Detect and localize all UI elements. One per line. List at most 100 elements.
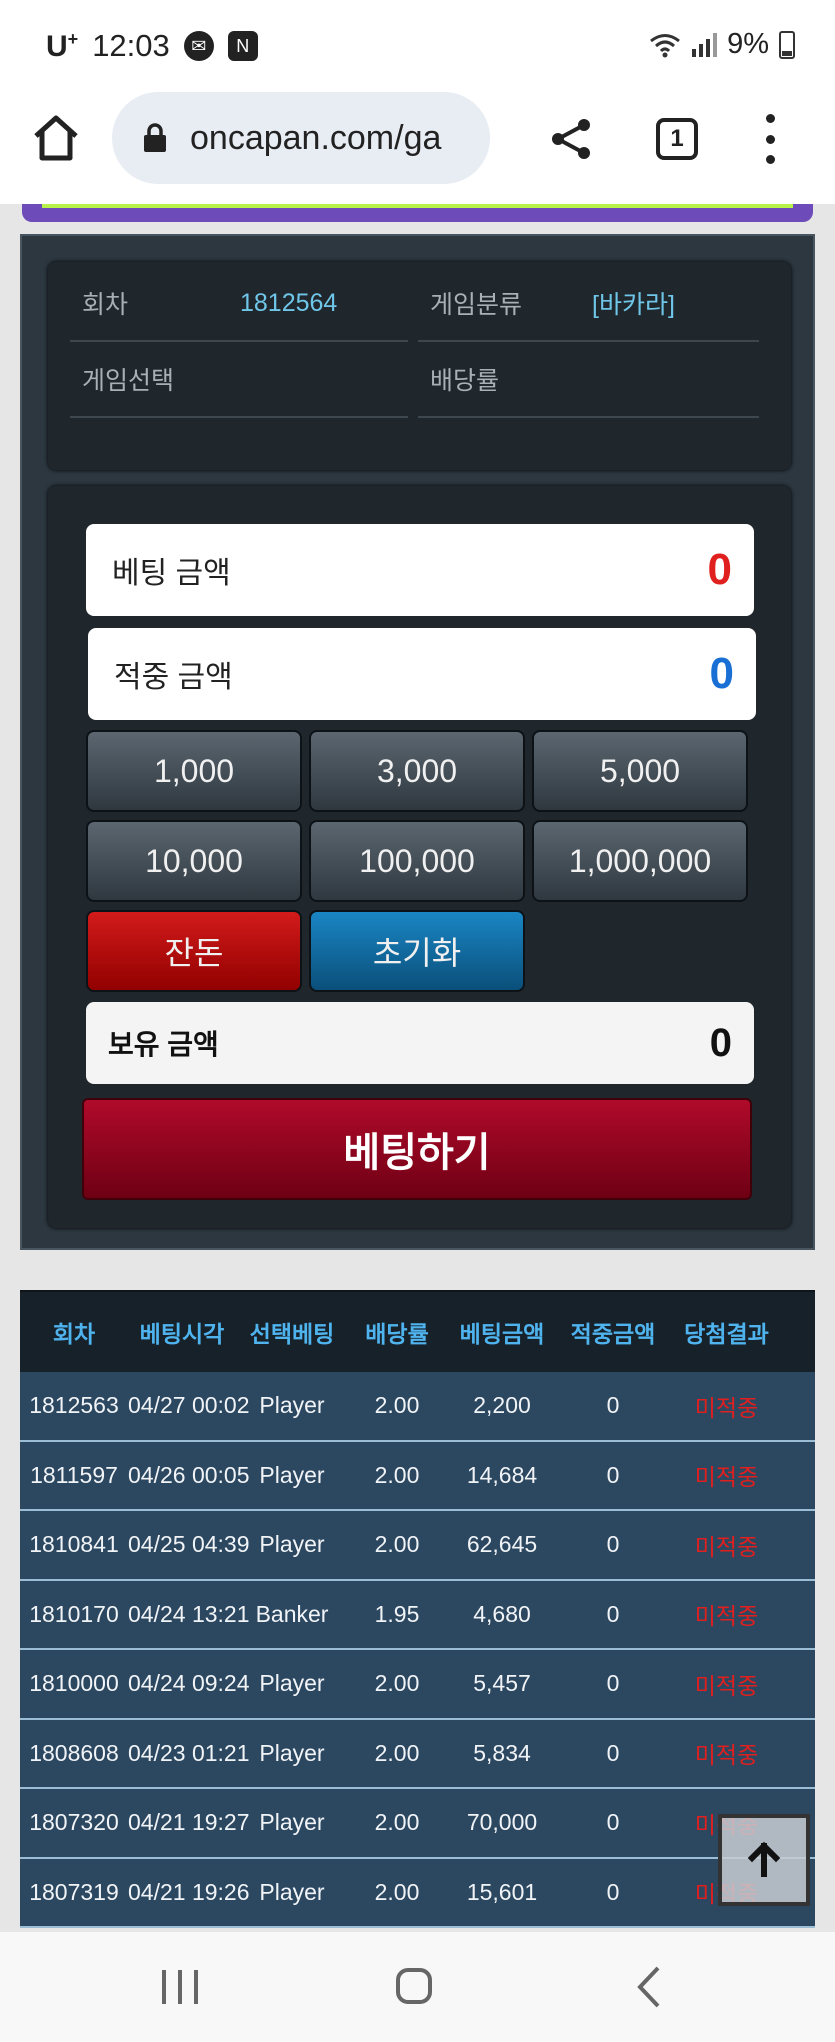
lock-icon xyxy=(144,123,166,152)
cell-time: 04/21 19:26 xyxy=(128,1878,250,1905)
category-cell: 게임분류 [바카라] xyxy=(418,266,759,342)
round-label: 회차 xyxy=(82,291,129,319)
home-icon[interactable] xyxy=(30,112,82,164)
cell-win-amount: 0 xyxy=(606,1600,620,1627)
cell-result: 미적중 xyxy=(694,1464,759,1491)
cell-round: 1807319 xyxy=(29,1878,119,1905)
back-icon[interactable] xyxy=(634,1964,664,2010)
chip-10000-button[interactable]: 10,000 xyxy=(86,820,302,902)
game-select-cell: 게임선택 xyxy=(70,342,408,418)
cell-bet-amount: 70,000 xyxy=(466,1809,538,1836)
home-nav-icon[interactable] xyxy=(396,1968,432,2004)
category-label: 게임분류 xyxy=(430,291,523,319)
odds-label: 배당률 xyxy=(430,367,500,395)
table-header: 회차 베팅시각 선택베팅 배당률 베팅금액 적중금액 당첨결과 xyxy=(20,1290,815,1372)
cell-round: 1812563 xyxy=(29,1392,119,1419)
scroll-to-top-button[interactable] xyxy=(718,1814,810,1906)
cell-win-amount: 0 xyxy=(606,1461,620,1488)
system-nav-bar xyxy=(0,1932,835,2042)
round-cell: 회차 1812564 xyxy=(70,266,408,342)
more-menu-icon[interactable] xyxy=(760,114,780,164)
chip-5000-button[interactable]: 5,000 xyxy=(532,730,748,812)
cell-selection: Player xyxy=(259,1670,325,1697)
cell-selection: Player xyxy=(259,1878,325,1905)
messenger-icon: ✉ xyxy=(183,31,214,61)
col-bet-amount-header[interactable]: 베팅금액 xyxy=(446,1315,558,1349)
chip-1000000-button[interactable]: 1,000,000 xyxy=(532,820,748,902)
address-bar[interactable]: oncapan.com/ga xyxy=(112,92,490,184)
cell-win-amount: 0 xyxy=(606,1670,620,1697)
cell-round: 1810000 xyxy=(29,1670,119,1697)
cell-selection: Player xyxy=(259,1809,325,1836)
cell-selection: Player xyxy=(259,1392,325,1419)
table-row: 1810841 04/25 04:39 Player 2.00 62,645 0 미적중 xyxy=(20,1511,815,1581)
col-result-header[interactable]: 당첨결과 xyxy=(668,1315,785,1349)
table-row: 180732004/21 19:27Player2.0070,0000미적중 xyxy=(20,1789,815,1859)
browser-toolbar: oncapan.com/ga 1 xyxy=(0,88,835,204)
cell-selection: Player xyxy=(259,1461,325,1488)
chip-100000-button[interactable]: 100,000 xyxy=(309,820,525,902)
cell-result: 미적중 xyxy=(694,1742,759,1769)
cell-result: 미적중 xyxy=(694,1533,759,1560)
cell-win-amount: 0 xyxy=(606,1531,620,1558)
battery-percent: 9% xyxy=(727,28,769,60)
tab-switcher-button[interactable]: 1 xyxy=(656,118,698,160)
cell-round: 1810841 xyxy=(29,1531,119,1558)
cell-odds: 1.95 xyxy=(374,1600,420,1627)
round-value: 1812564 xyxy=(240,288,338,317)
table-row: 1811597 04/26 00:05 Player 2.00 14,684 0 미적중 xyxy=(20,1441,815,1511)
cell-win-amount: 0 xyxy=(606,1878,620,1905)
table-row: 1810170 04/24 13:21 Banker 1.95 4,680 0 미적중 xyxy=(20,1580,815,1650)
cell-odds: 2.00 xyxy=(374,1809,420,1836)
wifi-icon xyxy=(650,33,681,57)
table-body: 1812563 04/27 00:02 Player 2.00 2,200 0 미적중 181… xyxy=(20,1372,815,1928)
cell-selection: Player xyxy=(259,1739,325,1766)
betting-panel: 회차 1812564 게임분류 [바카라] 게임선택 배당률 베팅 금액 0 적… xyxy=(20,234,815,1250)
cell-round: 1807320 xyxy=(29,1809,119,1836)
header-banner-edge xyxy=(22,204,813,222)
cell-result: 미적중 xyxy=(694,1672,759,1699)
cell-time: 04/26 00:05 xyxy=(128,1461,250,1488)
cell-bet-amount: 62,645 xyxy=(466,1531,538,1558)
recent-apps-icon[interactable] xyxy=(162,1970,198,2004)
cell-result: 미적중 xyxy=(694,1603,759,1630)
col-win-amount-header[interactable]: 적중금액 xyxy=(558,1315,668,1349)
change-button[interactable]: 잔돈 xyxy=(86,910,302,992)
cell-win-amount: 0 xyxy=(606,1392,620,1419)
cell-selection: Banker xyxy=(255,1600,329,1627)
col-selection-header[interactable]: 선택베팅 xyxy=(236,1315,348,1349)
col-odds-header[interactable]: 배당률 xyxy=(348,1315,446,1349)
cell-bet-amount: 5,457 xyxy=(473,1670,531,1697)
table-row: 1808608 04/23 01:21 Player 2.00 5,834 0 미적중 xyxy=(20,1719,815,1789)
chip-3000-button[interactable]: 3,000 xyxy=(309,730,525,812)
cell-time: 04/27 00:02 xyxy=(128,1392,250,1419)
cell-bet-amount: 4,680 xyxy=(473,1600,531,1627)
status-left: U+ 12:03 ✉ N xyxy=(46,28,258,64)
bet-amount-field: 베팅 금액 0 xyxy=(86,524,754,616)
reset-button[interactable]: 초기화 xyxy=(309,910,525,992)
cell-time: 04/25 04:39 xyxy=(128,1531,250,1558)
game-info-box: 회차 1812564 게임분류 [바카라] 게임선택 배당률 xyxy=(48,262,791,470)
carrier-label: U+ xyxy=(46,28,79,63)
odds-cell: 배당률 xyxy=(418,342,759,418)
cell-time: 04/24 09:24 xyxy=(128,1670,250,1697)
arrow-up-icon xyxy=(747,1841,781,1877)
status-right: 9% xyxy=(649,28,795,61)
battery-icon xyxy=(779,30,795,59)
col-round-header[interactable]: 회차 xyxy=(20,1315,128,1349)
place-bet-button[interactable]: 베팅하기 xyxy=(82,1098,752,1200)
cell-bet-amount: 15,601 xyxy=(466,1878,538,1905)
cell-odds: 2.00 xyxy=(374,1461,420,1488)
win-amount-label: 적중 금액 xyxy=(114,661,233,694)
url-text: oncapan.com/ga xyxy=(190,118,442,157)
share-icon[interactable] xyxy=(548,116,594,162)
chip-1000-button[interactable]: 1,000 xyxy=(86,730,302,812)
balance-value: 0 xyxy=(709,1020,732,1065)
balance-label: 보유 금액 xyxy=(108,1029,219,1060)
balance-field: 보유 금액 0 xyxy=(86,1002,754,1084)
cell-odds: 2.00 xyxy=(374,1878,420,1905)
col-time-header[interactable]: 베팅시각 xyxy=(128,1315,236,1349)
cell-win-amount: 0 xyxy=(606,1809,620,1836)
cell-selection: Player xyxy=(259,1531,325,1558)
cell-time: 04/24 13:21 xyxy=(128,1600,250,1627)
